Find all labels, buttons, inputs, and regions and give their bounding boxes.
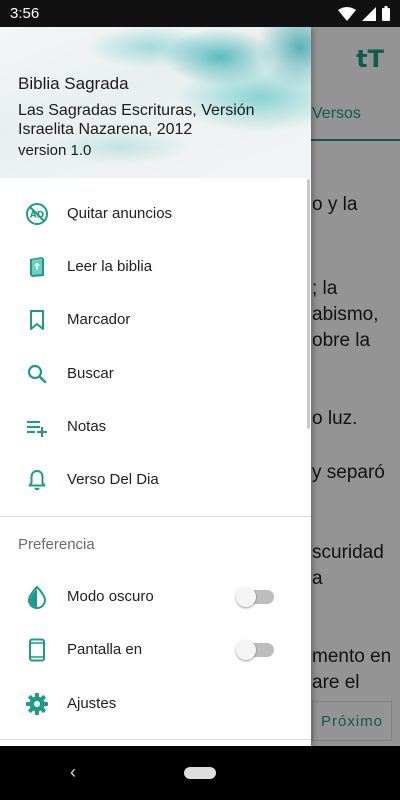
home-pill[interactable] <box>184 767 216 779</box>
bell-icon <box>25 468 49 492</box>
section-divider <box>0 739 311 740</box>
gear-icon <box>25 692 49 716</box>
search-icon <box>25 362 49 386</box>
menu-label: Verso Del Dia <box>67 471 159 488</box>
battery-icon <box>382 6 390 21</box>
toggle-knob <box>236 640 256 660</box>
back-icon[interactable]: ‹ <box>70 762 76 783</box>
navigation-drawer: Biblia Sagrada Las Sagradas Escrituras, … <box>0 27 311 746</box>
no-ads-icon: AD <box>25 202 49 226</box>
menu-item-buscar[interactable]: Buscar <box>0 347 311 400</box>
menu-label: Quitar anuncios <box>67 205 173 222</box>
section-divider <box>0 516 311 517</box>
menu-label: Leer la biblia <box>67 258 153 275</box>
menu-label: Ajustes <box>67 695 117 712</box>
menu-label: Notas <box>67 418 107 435</box>
pref-item-ajustes[interactable]: Ajustes <box>0 677 311 730</box>
drawer-scrollbar[interactable] <box>307 179 310 429</box>
screen-on-toggle[interactable] <box>236 640 274 660</box>
dark-mode-toggle[interactable] <box>236 587 274 607</box>
toggle-knob <box>236 587 256 607</box>
status-bar: 3:56 <box>0 0 400 27</box>
menu-item-verso-del-dia[interactable]: Verso Del Dia <box>0 453 311 506</box>
drawer-header: Biblia Sagrada Las Sagradas Escrituras, … <box>0 27 311 178</box>
phone-icon <box>25 638 49 662</box>
menu-item-quitar-anuncios[interactable]: AD Quitar anuncios <box>0 187 311 240</box>
app-title: Biblia Sagrada <box>18 74 129 93</box>
bible-version-title: Las Sagradas Escrituras, Versión Israeli… <box>18 102 255 138</box>
section-title-preferencia: Preferencia <box>18 536 95 553</box>
menu-label: Buscar <box>67 365 114 382</box>
status-icons <box>338 6 390 21</box>
system-nav-bar: ‹ <box>0 746 400 800</box>
book-icon <box>25 255 49 279</box>
menu-item-marcador[interactable]: Marcador <box>0 293 311 346</box>
menu-label: Marcador <box>67 311 131 328</box>
pref-item-pantalla-en[interactable]: Pantalla en <box>0 623 311 676</box>
menu-label: Modo oscuro <box>67 588 154 605</box>
playlist-add-icon <box>25 415 49 439</box>
bookmark-icon <box>25 308 49 332</box>
wifi-icon <box>338 6 356 21</box>
app-version: version 1.0 <box>18 142 92 159</box>
pref-item-modo-oscuro[interactable]: Modo oscuro <box>0 570 311 623</box>
contrast-icon <box>25 585 49 609</box>
menu-label: Pantalla en <box>67 641 143 658</box>
menu-item-notas[interactable]: Notas <box>0 400 311 453</box>
signal-icon <box>362 6 376 21</box>
menu-item-leer-la-biblia[interactable]: Leer la biblia <box>0 240 311 293</box>
status-time: 3:56 <box>10 5 40 22</box>
